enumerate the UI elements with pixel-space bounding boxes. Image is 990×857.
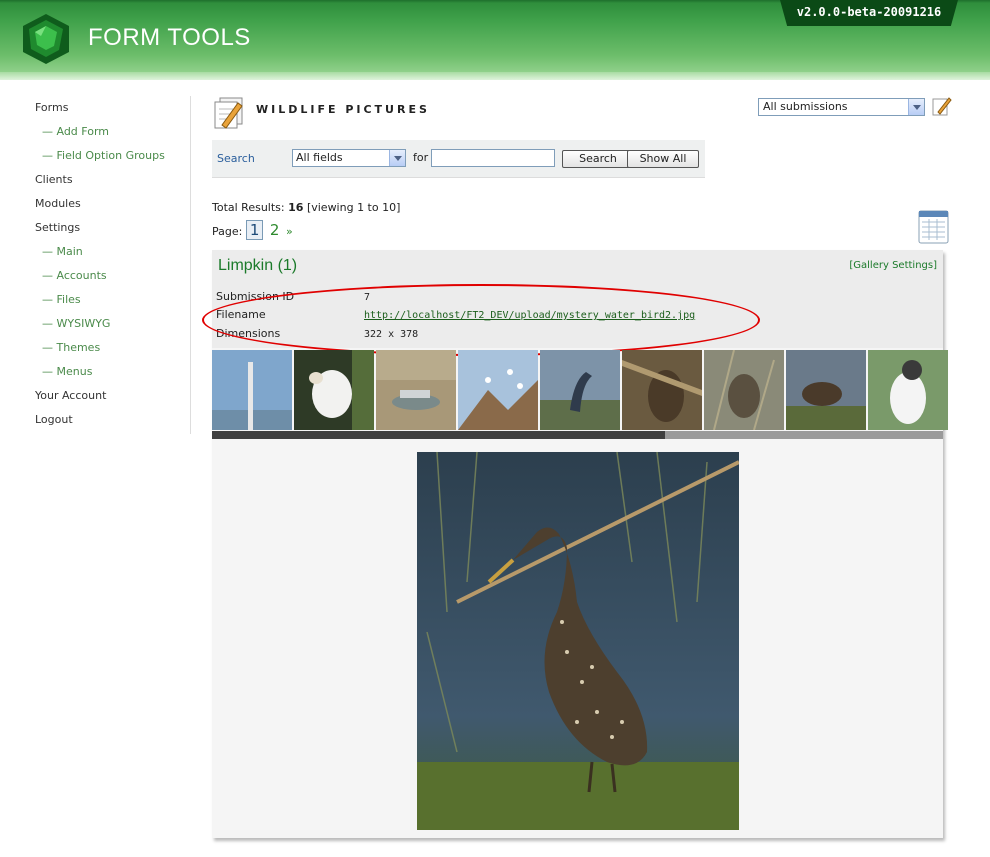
thumbnail-2[interactable] bbox=[294, 350, 374, 430]
chevron-down-icon[interactable] bbox=[908, 99, 924, 115]
sidebar-nav: Forms — Add Form — Field Option Groups C… bbox=[35, 96, 195, 432]
thumbnail-scroll-thumb[interactable] bbox=[212, 431, 666, 439]
thumbnail-7[interactable] bbox=[704, 350, 784, 430]
page-next-link[interactable]: » bbox=[286, 225, 293, 238]
thumbnail-6[interactable] bbox=[622, 350, 702, 430]
logo-text: FORM TOOLS bbox=[88, 24, 251, 51]
view-select[interactable]: All submissions bbox=[758, 98, 925, 116]
sidebar-item-menus[interactable]: — Menus bbox=[35, 360, 195, 384]
thumbnail-8[interactable] bbox=[786, 350, 866, 430]
show-all-button[interactable]: Show All bbox=[627, 150, 699, 168]
edit-submissions-icon bbox=[214, 97, 243, 129]
thumbnail-strip bbox=[212, 350, 948, 430]
edit-view-icon[interactable] bbox=[932, 96, 952, 116]
sidebar-item-field-option-groups[interactable]: — Field Option Groups bbox=[35, 144, 195, 168]
gallery-settings-link[interactable]: [Gallery Settings] bbox=[849, 260, 937, 271]
spreadsheet-icon[interactable] bbox=[918, 210, 949, 244]
sidebar-item-add-form[interactable]: — Add Form bbox=[35, 120, 195, 144]
app-header: FORM TOOLS v2.0.0-beta-20091216 bbox=[0, 0, 990, 72]
version-tab: v2.0.0-beta-20091216 bbox=[780, 0, 958, 26]
thumbnail-scroll-track[interactable] bbox=[212, 431, 943, 439]
sidebar-divider bbox=[190, 96, 191, 434]
sidebar-item-files[interactable]: — Files bbox=[35, 288, 195, 312]
main-photo bbox=[417, 452, 739, 830]
gallery-panel: Limpkin (1) [Gallery Settings] Submissio… bbox=[202, 250, 948, 838]
logo-gem-icon bbox=[23, 14, 69, 64]
sidebar-item-themes[interactable]: — Themes bbox=[35, 336, 195, 360]
version-label: v2.0.0-beta-20091216 bbox=[796, 5, 942, 19]
results-total: 16 bbox=[288, 201, 304, 214]
results-prefix: Total Results: bbox=[212, 201, 285, 214]
thumbnail-3[interactable] bbox=[376, 350, 456, 430]
sidebar-item-clients[interactable]: Clients bbox=[35, 168, 195, 192]
pagination: Page: 1 2 » bbox=[212, 220, 293, 240]
sidebar-item-wysiwyg[interactable]: — WYSIWYG bbox=[35, 312, 195, 336]
for-label: for bbox=[413, 151, 429, 164]
page-label: Page: bbox=[212, 225, 243, 238]
gallery-title: Limpkin (1) bbox=[218, 257, 298, 274]
sidebar-item-main[interactable]: — Main bbox=[35, 240, 195, 264]
sidebar-item-your-account[interactable]: Your Account bbox=[35, 384, 195, 408]
search-field-value: All fields bbox=[296, 151, 343, 164]
chevron-down-icon[interactable] bbox=[389, 150, 405, 166]
thumbnail-4[interactable] bbox=[458, 350, 538, 430]
page-current: 1 bbox=[245, 220, 264, 240]
page-title: WILDLIFE PICTURES bbox=[256, 103, 430, 116]
thumbnail-9[interactable] bbox=[868, 350, 948, 430]
search-input[interactable] bbox=[431, 149, 555, 167]
thumbnail-5[interactable] bbox=[540, 350, 620, 430]
results-viewing: [viewing 1 to 10] bbox=[306, 201, 401, 214]
page-link-2[interactable]: 2 bbox=[270, 221, 280, 239]
results-summary: Total Results: 16 [viewing 1 to 10] bbox=[212, 201, 400, 214]
sidebar-item-forms[interactable]: Forms bbox=[35, 96, 195, 120]
search-field-select[interactable]: All fields bbox=[292, 149, 406, 167]
sidebar-item-settings[interactable]: Settings bbox=[35, 216, 195, 240]
header-divider bbox=[0, 72, 990, 80]
sidebar-item-modules[interactable]: Modules bbox=[35, 192, 195, 216]
search-bar: Search All fields for Search Show All bbox=[212, 140, 705, 178]
sidebar-item-accounts[interactable]: — Accounts bbox=[35, 264, 195, 288]
thumbnail-1[interactable] bbox=[212, 350, 292, 430]
sidebar-item-logout[interactable]: Logout bbox=[35, 408, 195, 432]
search-label: Search bbox=[217, 152, 255, 165]
search-button[interactable]: Search bbox=[562, 150, 634, 168]
gallery-info-header: Limpkin (1) [Gallery Settings] Submissio… bbox=[202, 250, 943, 356]
view-select-value: All submissions bbox=[763, 100, 848, 113]
annotation-circle bbox=[202, 284, 760, 356]
